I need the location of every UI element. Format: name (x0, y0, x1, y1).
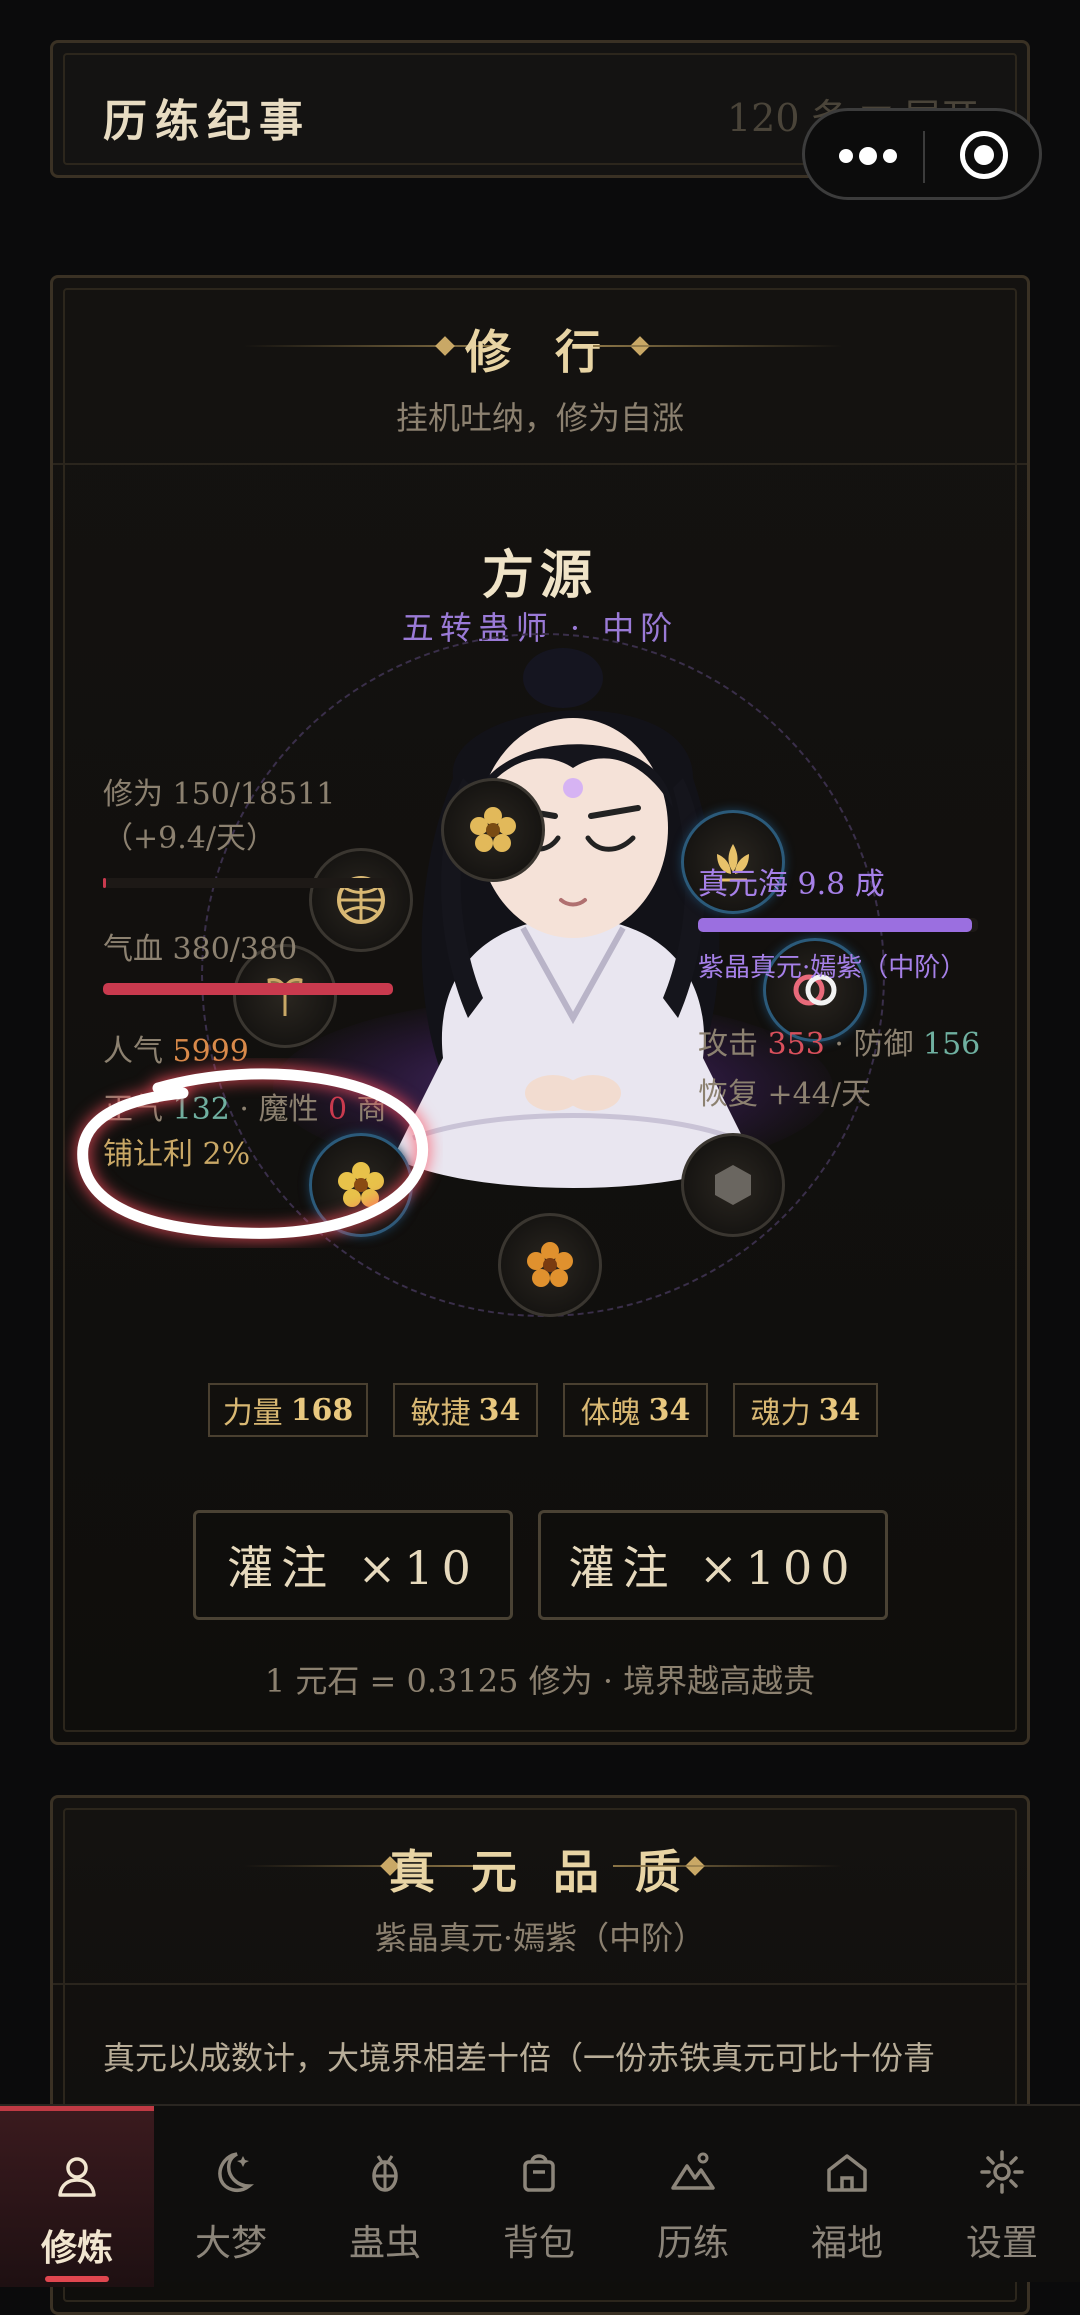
attr-label: 体魄 (580, 1396, 641, 1431)
flower-icon (527, 1242, 573, 1287)
journal-title: 历练纪事 (103, 96, 311, 147)
title-line-right (593, 345, 843, 347)
nav-item-gu[interactable]: 蛊虫 (308, 2106, 462, 2282)
attr-physique: 体魄 34 (563, 1383, 708, 1437)
hp-bar (103, 983, 393, 995)
sprout-icon (267, 978, 303, 1016)
miniprogram-capsule (802, 108, 1042, 200)
hp-text: 气血 380/380 (103, 932, 298, 967)
essence-bar-fill (698, 918, 973, 932)
slot-flower-bottom[interactable] (498, 1213, 602, 1317)
slot-hexagon-bottom-right[interactable] (681, 1133, 785, 1237)
essence-description: 真元以成数计，大境界相差十倍（一份赤铁真元可比十份青 (103, 2039, 936, 2077)
gear-icon (980, 2150, 1024, 2194)
cultivation-rate: （+9.4/天） (103, 821, 276, 856)
cultivation-bar (103, 878, 393, 888)
capsule-divider (923, 131, 925, 183)
cultivation-panel: 修 行 挂机吐纳，修为自涨 方源 五转蛊师 · 中阶 修为 150/18511 … (50, 275, 1030, 1745)
nav-label: 福地 (810, 2223, 883, 2264)
attr-label: 敏捷 (410, 1396, 471, 1431)
nav-label: 修炼 (40, 2227, 113, 2269)
attr-soul: 魂力 34 (733, 1383, 878, 1437)
bottom-nav: 修炼 大梦 蛊虫 背包 历练 福地 设置 (0, 2104, 1080, 2287)
infuse-100-button[interactable]: 灌注 ×100 (538, 1510, 888, 1620)
exchange-rate-note: 1 元石 = 0.3125 修为 · 境界越高越贵 (264, 1662, 816, 1700)
recovery: 恢复 +44/天 (698, 1077, 871, 1112)
section-divider (53, 463, 1027, 465)
cultivation-bar-fill (103, 878, 106, 888)
attr-value: 34 (478, 1392, 521, 1428)
combat-separator: · (834, 1027, 844, 1062)
mountain-icon (671, 2152, 715, 2190)
attr-label: 力量 (222, 1396, 283, 1431)
section-divider (53, 1983, 1027, 1985)
nav-item-journey[interactable]: 历练 (616, 2106, 770, 2282)
nav-active-indicator (45, 2276, 109, 2282)
person-icon (58, 2157, 96, 2197)
attr-value: 34 (648, 1392, 691, 1428)
section-subtitle: 挂机吐纳，修为自涨 (395, 399, 684, 437)
attr-value: 168 (290, 1392, 354, 1428)
flower-icon (470, 807, 516, 852)
nav-label: 背包 (502, 2223, 575, 2264)
nav-item-blessed-land[interactable]: 福地 (770, 2106, 924, 2282)
nav-item-cultivate[interactable]: 修炼 (0, 2106, 154, 2287)
attr-strength: 力量 168 (208, 1383, 368, 1437)
nav-label: 蛊虫 (348, 2223, 421, 2264)
attack-label: 攻击 (698, 1027, 758, 1062)
combat-line: 攻击 353 · 防御 156 (698, 1023, 980, 1067)
attr-value: 34 (818, 1392, 861, 1428)
hexagon-icon (715, 1165, 751, 1205)
nav-label: 设置 (965, 2223, 1038, 2264)
attr-agility: 敏捷 34 (393, 1383, 538, 1437)
section-title: 修 行 (464, 325, 615, 379)
nav-label: 大梦 (194, 2223, 267, 2264)
defense-label: 防御 (853, 1027, 914, 1062)
target-close-icon[interactable] (960, 131, 1008, 179)
nav-label: 历练 (656, 2223, 729, 2264)
nav-item-settings[interactable]: 设置 (924, 2106, 1080, 2282)
bag-icon (523, 2154, 555, 2192)
more-dots-icon[interactable] (835, 139, 901, 175)
infuse-10-button[interactable]: 灌注 ×10 (193, 1510, 513, 1620)
defense-value: 156 (923, 1027, 981, 1062)
bug-icon (372, 2155, 398, 2192)
title-line-right (613, 1865, 843, 1867)
highlight-annotation (77, 1068, 429, 1239)
cultivation-progress-text: 修为 150/18511 (103, 777, 336, 812)
nav-item-bag[interactable]: 背包 (462, 2106, 616, 2282)
hp-bar-fill (103, 983, 393, 995)
essence-sea: 真元海 9.8 成 (698, 867, 885, 902)
slot-flower-top[interactable] (441, 778, 545, 882)
section-title: 真 元 品 质 (388, 1845, 692, 1899)
nav-item-dream[interactable]: 大梦 (154, 2106, 308, 2282)
home-icon (827, 2154, 867, 2192)
section-subtitle: 紫晶真元·嫣紫（中阶） (374, 1919, 706, 1957)
essence-type: 紫晶真元·嫣紫（中阶） (698, 953, 967, 983)
essence-bar (698, 918, 978, 932)
slot-sigil-top-left[interactable] (309, 848, 413, 952)
attr-label: 魂力 (750, 1396, 811, 1431)
attack-value: 353 (767, 1027, 825, 1062)
character-name: 方源 (481, 545, 598, 606)
moon-icon (218, 2152, 254, 2192)
